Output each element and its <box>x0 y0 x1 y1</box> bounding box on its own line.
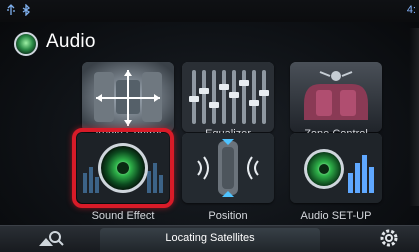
position-icon <box>182 133 274 203</box>
bluetooth-icon <box>22 4 31 16</box>
page-title: Audio <box>46 31 96 52</box>
status-bar: 4: <box>0 0 419 22</box>
tile-label-position: Position <box>208 210 248 222</box>
status-time: 4: <box>406 4 416 16</box>
settings-gear-icon[interactable] <box>376 226 402 250</box>
audio-control-icon <box>82 62 174 132</box>
audio-setup-icon <box>290 133 382 203</box>
usb-icon <box>7 4 15 15</box>
audio-speaker-icon[interactable] <box>14 32 38 56</box>
zone-control-icon <box>290 62 382 132</box>
selection-highlight <box>72 128 174 208</box>
position-button[interactable] <box>182 133 274 203</box>
audio-control-button[interactable] <box>82 62 174 132</box>
equalizer-button[interactable] <box>182 62 274 132</box>
tile-label-audio-setup: Audio SET-UP <box>300 210 372 222</box>
side-panel-handle[interactable] <box>409 28 419 206</box>
equalizer-icon <box>182 62 274 132</box>
header: Audio <box>8 24 411 60</box>
navigation-status-text: Locating Satellites <box>165 232 255 244</box>
zone-control-button[interactable] <box>290 62 382 132</box>
audio-setup-button[interactable] <box>290 133 382 203</box>
audio-screen: 4: Audio Audio Control <box>0 0 419 252</box>
tile-label-sound-effect: Sound Effect <box>91 210 155 222</box>
navigation-search-icon[interactable] <box>36 228 66 250</box>
